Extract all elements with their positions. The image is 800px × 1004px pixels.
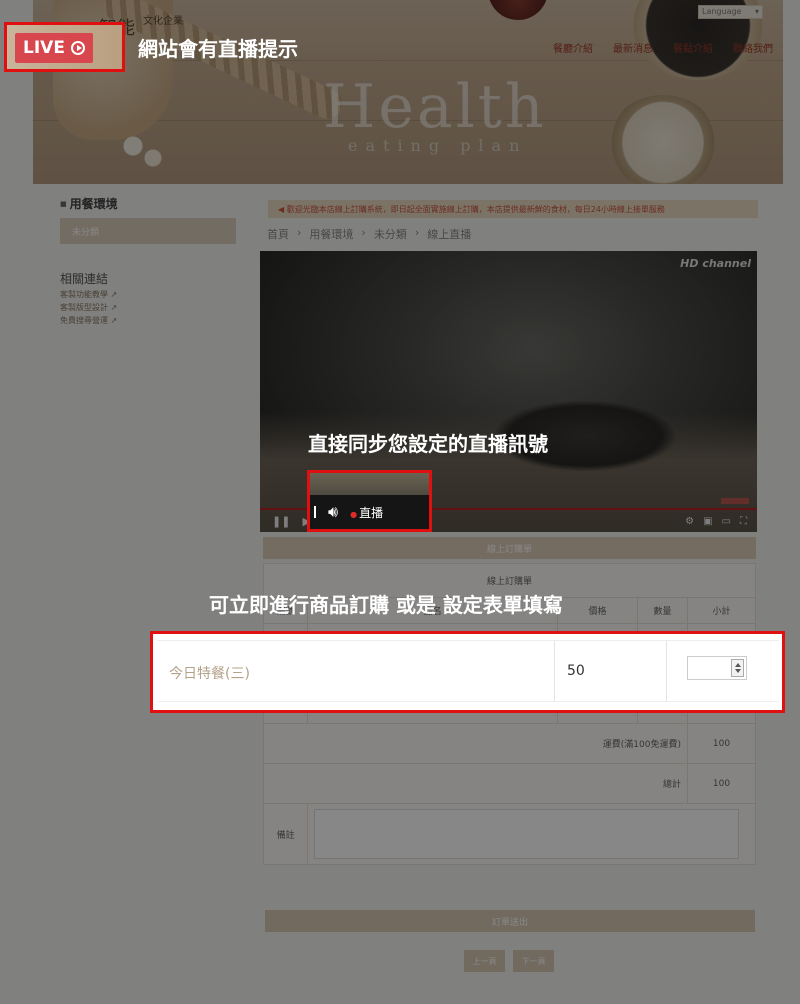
live-indicator-highlight: LIVE xyxy=(4,22,125,72)
live-badge[interactable]: LIVE xyxy=(15,33,93,63)
player-controls-highlight: 🔊︎ ● 直播 xyxy=(307,470,432,532)
volume-icon[interactable]: 🔊︎ xyxy=(328,502,338,522)
quantity-input[interactable] xyxy=(687,656,747,680)
live-dot-icon: ● xyxy=(350,509,358,519)
annotation-video-note: 直接同步您設定的直播訊號 xyxy=(308,432,548,456)
order-item-price: 50 xyxy=(555,641,667,701)
live-indicator: ● 直播 xyxy=(350,505,384,520)
order-item-name: 今日特餐(三) xyxy=(157,641,555,701)
order-row-highlight: 今日特餐(三) 50 xyxy=(150,631,785,713)
chevron-down-icon[interactable] xyxy=(735,669,741,673)
table-row: 今日特餐(三) 50 xyxy=(157,640,779,702)
chevron-up-icon[interactable] xyxy=(735,663,741,667)
annotation-live-note: 網站會有直播提示 xyxy=(138,37,298,61)
skip-icon[interactable] xyxy=(314,506,316,518)
play-circle-icon xyxy=(70,41,85,55)
annotation-order-note: 可立即進行商品訂購 或是 設定表單填寫 xyxy=(209,593,563,617)
quantity-stepper[interactable] xyxy=(731,659,744,677)
